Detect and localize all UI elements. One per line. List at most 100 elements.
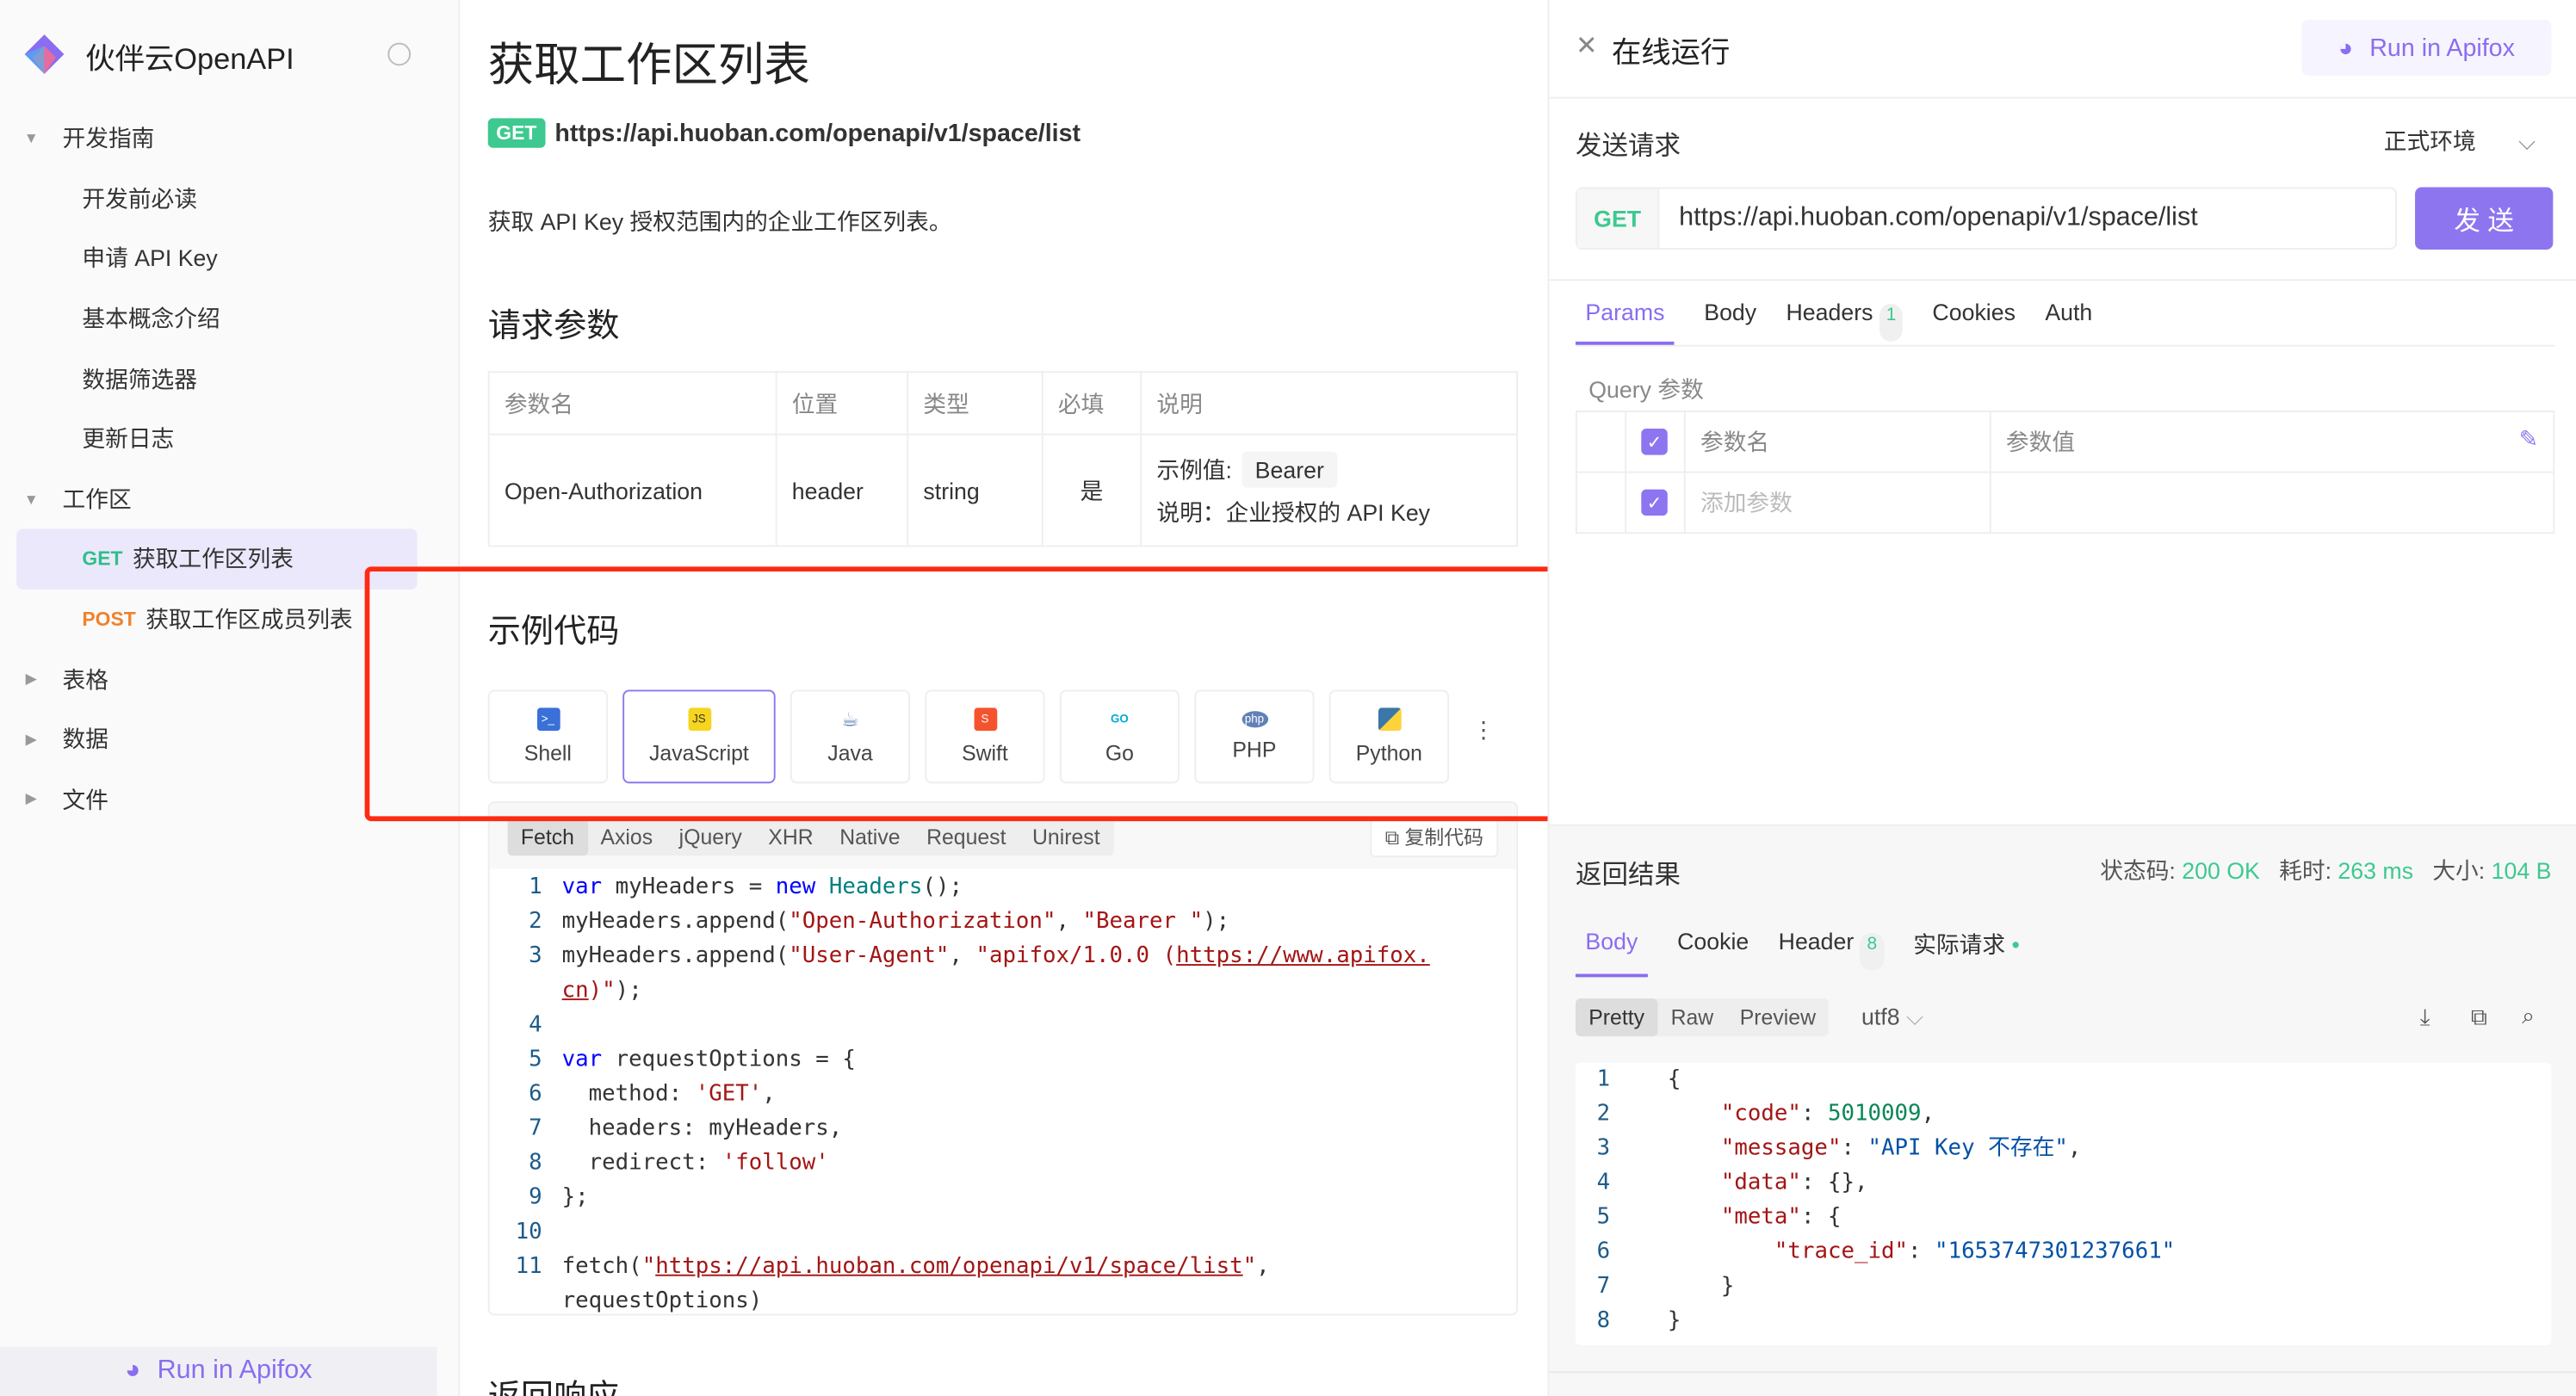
- param-type: string: [907, 433, 1043, 547]
- lib-tab[interactable]: jQuery: [666, 817, 755, 855]
- page-title: 获取工作区列表: [487, 39, 810, 90]
- run-in-apifox-button[interactable]: ◕ Run in Apifox: [2301, 19, 2552, 76]
- response-meta: 状态码: 200 OK 耗时: 263 ms 大小: 104 B: [2100, 857, 2552, 884]
- nav-item[interactable]: 申请 API Key: [0, 229, 460, 289]
- tab-header[interactable]: Header 8: [1779, 928, 1884, 977]
- panel-title: 在线运行: [1611, 35, 1731, 70]
- search-icon[interactable]: ⌕: [2522, 1002, 2535, 1029]
- params-table: 参数名 位置 类型 必填 说明 Open-Authorization header stri…: [487, 371, 1519, 547]
- tab-cookies[interactable]: Cookies: [1932, 299, 2016, 344]
- checkbox[interactable]: ✓: [1641, 489, 1668, 516]
- response-body[interactable]: 1{ 2 "code": 5010009, 3 "message": "API …: [1575, 1062, 2552, 1345]
- param-name: Open-Authorization: [487, 433, 777, 547]
- nav-item-get-space-list[interactable]: GET 获取工作区列表: [16, 528, 418, 590]
- count-badge: 1: [1879, 304, 1904, 342]
- copy-icon: ⧉: [1384, 825, 1405, 849]
- logo-icon: [24, 34, 65, 74]
- close-icon[interactable]: ✕: [1576, 29, 1598, 62]
- nav-item[interactable]: 开发前必读: [0, 169, 460, 229]
- highlight-box: [364, 566, 1561, 822]
- param-value-input[interactable]: [1989, 471, 2555, 534]
- encoding-select[interactable]: utf8 ⌵: [1861, 1004, 1923, 1031]
- endpoint-url: https://api.huoban.com/openapi/v1/space/…: [554, 119, 1081, 147]
- send-heading: 发送请求: [1575, 133, 1681, 162]
- url-value: https://api.huoban.com/openapi/v1/space/…: [1679, 203, 2198, 232]
- run-panel: ✕ 在线运行 ◕ Run in Apifox 发送请求 正式环境 ⌵ GET ht…: [1547, 0, 2576, 1396]
- nav-group-dev-guide[interactable]: ▼ 开发指南: [0, 108, 460, 169]
- status-dot-icon: •: [2005, 930, 2020, 958]
- caret-right-icon: ▶: [25, 730, 37, 747]
- params-heading: 请求参数: [487, 308, 620, 345]
- description: 获取 API Key 授权范围内的企业工作区列表。: [487, 208, 952, 235]
- tab-actual-request[interactable]: 实际请求 •: [1913, 928, 2020, 977]
- add-param-input[interactable]: 添加参数: [1683, 471, 1991, 534]
- method-badge: GET: [487, 118, 545, 148]
- param-required: 是: [1041, 433, 1142, 547]
- bulk-edit-icon[interactable]: ✎: [2519, 425, 2538, 453]
- run-in-apifox-button[interactable]: ◕ Run in Apifox: [0, 1346, 437, 1396]
- nav-group-workspace[interactable]: ▼ 工作区: [0, 469, 460, 529]
- copy-icon[interactable]: ⧉: [2471, 1004, 2487, 1031]
- response-size: 104 B: [2491, 857, 2552, 884]
- caret-right-icon: ▶: [25, 670, 37, 687]
- response-section: 返回结果 状态码: 200 OK 耗时: 263 ms 大小: 104 B Bo…: [1549, 824, 2576, 1396]
- view-preview[interactable]: Preview: [1726, 998, 1829, 1036]
- lib-tab[interactable]: Unirest: [1019, 817, 1113, 855]
- lib-tab[interactable]: Native: [827, 817, 913, 855]
- tab-headers[interactable]: Headers 1: [1786, 299, 1904, 344]
- col-header: 必填: [1041, 371, 1142, 435]
- endpoint: GET https://api.huoban.com/openapi/v1/spa…: [487, 118, 1081, 148]
- col-header: 类型: [907, 371, 1043, 435]
- example-label: 示例值:: [1156, 455, 1232, 483]
- tab-auth[interactable]: Auth: [2045, 299, 2092, 344]
- chevron-down-icon: ⌵: [1905, 1003, 1924, 1030]
- apifox-icon: ◕: [125, 1356, 141, 1385]
- response-tabs: Body Cookie Header 8 实际请求 •: [1575, 928, 2020, 978]
- param-desc: 示例值: Bearer 说明：企业授权的 API Key: [1140, 433, 1519, 547]
- method-select[interactable]: GET: [1576, 188, 1660, 249]
- response-heading: 返回响应: [488, 1369, 620, 1396]
- tab-cookie[interactable]: Cookie: [1677, 928, 1749, 977]
- count-badge: 8: [1860, 932, 1884, 971]
- lib-tab[interactable]: XHR: [755, 817, 827, 855]
- send-button[interactable]: 发 送: [2415, 187, 2554, 250]
- result-heading: 返回结果: [1575, 862, 1681, 891]
- copy-code-button[interactable]: ⧉ 复制代码: [1370, 815, 1499, 857]
- lib-tab[interactable]: Fetch: [507, 817, 588, 856]
- lib-tab[interactable]: Axios: [587, 817, 666, 855]
- view-mode-tabs: Pretty Raw Preview: [1575, 998, 1830, 1037]
- param-in: header: [775, 433, 909, 547]
- download-icon[interactable]: ⤓: [2420, 1004, 2430, 1031]
- example-value: Bearer: [1242, 450, 1338, 487]
- tab-params[interactable]: Params: [1575, 299, 1675, 345]
- code-editor[interactable]: 1 var myHeaders = new Headers(); 2 myHeade…: [490, 868, 1517, 1313]
- view-raw[interactable]: Raw: [1657, 998, 1726, 1036]
- table-row: Open-Authorization header string 是 示例值: Bear…: [487, 433, 1519, 547]
- nav-item[interactable]: 基本概念介绍: [0, 288, 460, 349]
- caret-down-icon: ▼: [23, 130, 39, 147]
- col-header: 参数名: [1683, 411, 1991, 473]
- checkbox[interactable]: ✓: [1641, 429, 1668, 455]
- view-pretty[interactable]: Pretty: [1575, 998, 1658, 1037]
- chevron-down-icon: ⌵: [2518, 127, 2536, 155]
- col-header: 说明: [1140, 371, 1519, 435]
- run-panel-header: ✕ 在线运行 ◕ Run in Apifox: [1549, 0, 2576, 99]
- brand-name: 伙伴云OpenAPI: [85, 42, 294, 76]
- col-header: 参数名: [487, 371, 777, 435]
- url-input[interactable]: GET https://api.huoban.com/openapi/v1/sp…: [1575, 187, 2398, 250]
- request-tabs: Params Body Headers 1 Cookies Auth: [1575, 299, 2555, 347]
- col-header: 参数值 ✎: [1989, 411, 2555, 473]
- response-time: 263 ms: [2338, 857, 2414, 884]
- caret-down-icon: ▼: [23, 491, 39, 508]
- nav-item[interactable]: 数据筛选器: [0, 349, 460, 409]
- lib-tab[interactable]: Request: [913, 817, 1019, 855]
- nav-item[interactable]: 更新日志: [0, 409, 460, 469]
- tab-body[interactable]: Body: [1575, 928, 1648, 978]
- env-select[interactable]: 正式环境 ⌵: [2384, 125, 2536, 158]
- query-heading: Query 参数: [1588, 375, 1704, 403]
- param-note: 说明：企业授权的 API Key: [1156, 498, 1431, 525]
- library-tabs: Fetch Axios jQuery XHR Native Request Unirest: [507, 817, 1113, 856]
- apifox-icon: ◕: [2338, 34, 2354, 62]
- tab-body[interactable]: Body: [1704, 299, 1756, 344]
- search-icon[interactable]: [387, 42, 412, 66]
